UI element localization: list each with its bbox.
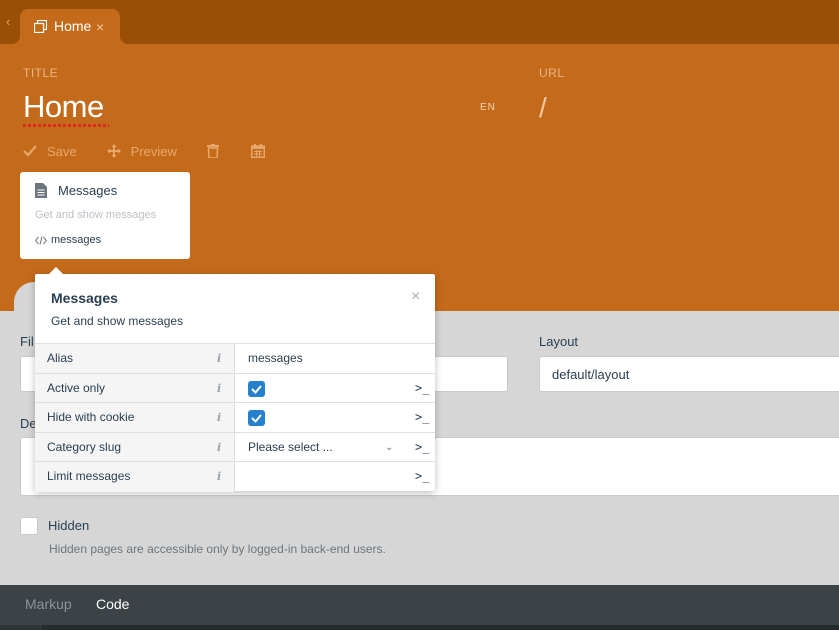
check-icon: [23, 145, 37, 157]
popover-title: Messages: [51, 290, 118, 306]
check-icon: [251, 384, 262, 394]
code-editor[interactable]: [0, 625, 839, 630]
delete-button[interactable]: [206, 144, 229, 158]
tab-markup[interactable]: Markup: [25, 596, 72, 612]
tab-home[interactable]: Home ×: [12, 9, 128, 44]
url-label: URL: [539, 66, 565, 80]
hidden-help-text: Hidden pages are accessible only by logg…: [49, 542, 386, 556]
layout-select[interactable]: default/layout: [539, 356, 839, 392]
preview-label: Preview: [130, 143, 177, 159]
file-name-label: Fil: [20, 334, 34, 349]
component-inspector-popover: Messages Get and show messages × Alias i…: [35, 267, 435, 492]
property-table: Alias i messages Active only i >_ Hide w…: [35, 343, 435, 492]
copy-icon: [34, 20, 47, 33]
component-card[interactable]: Messages Get and show messages messages: [20, 172, 190, 259]
popover-description: Get and show messages: [51, 314, 184, 328]
title-label: TITLE: [23, 66, 59, 80]
info-icon[interactable]: i: [217, 344, 221, 373]
move-icon: [106, 144, 121, 158]
tab-code[interactable]: Code: [96, 596, 129, 612]
terminal-icon[interactable]: >_: [415, 403, 429, 432]
editor-gutter: [0, 625, 42, 630]
property-name: Limit messages: [35, 462, 235, 492]
property-name: Alias: [35, 344, 235, 373]
chevron-down-icon[interactable]: ⌄: [385, 433, 393, 462]
property-name: Category slug: [35, 432, 235, 461]
property-name: Active only: [35, 373, 235, 402]
terminal-icon[interactable]: >_: [415, 433, 429, 462]
tab-label: Home: [54, 18, 92, 34]
component-alias: messages: [51, 234, 102, 246]
layout-label: Layout: [539, 334, 579, 349]
component-description: Get and show messages: [35, 209, 157, 221]
toolbar: Save Preview: [23, 142, 275, 160]
property-row-hide-with-cookie: Hide with cookie i >_: [35, 403, 435, 433]
tab-close-icon[interactable]: ×: [96, 19, 104, 35]
hide-with-cookie-checkbox[interactable]: [248, 410, 265, 426]
terminal-icon[interactable]: >_: [415, 462, 429, 491]
layout-value: default/layout: [552, 367, 630, 382]
schedule-button[interactable]: [250, 144, 275, 158]
check-icon: [251, 414, 262, 423]
trash-icon: [206, 144, 219, 158]
url-input[interactable]: /: [539, 92, 547, 124]
property-name: Hide with cookie: [35, 403, 235, 432]
category-slug-select[interactable]: Please select ...: [248, 433, 333, 462]
title-input[interactable]: Home: [23, 89, 104, 125]
hidden-label: Hidden: [48, 518, 90, 533]
close-icon[interactable]: ×: [411, 288, 420, 306]
info-icon[interactable]: i: [217, 462, 221, 491]
info-icon[interactable]: i: [217, 374, 221, 403]
component-title: Messages: [58, 183, 118, 198]
document-icon: [35, 183, 47, 198]
info-icon[interactable]: i: [217, 433, 221, 462]
hidden-checkbox[interactable]: [20, 517, 38, 535]
property-row-alias: Alias i messages: [35, 344, 435, 374]
save-label: Save: [47, 143, 77, 159]
terminal-icon[interactable]: >_: [415, 374, 429, 403]
spellcheck-underline: [23, 124, 109, 127]
tab-bar: ‹ Home ×: [0, 0, 839, 44]
property-row-category-slug: Category slug i Please select ... ⌄ >_: [35, 432, 435, 462]
save-button[interactable]: Save: [23, 144, 77, 159]
property-row-limit-messages: Limit messages i >_: [35, 462, 435, 492]
calendar-icon: [250, 144, 265, 158]
info-icon[interactable]: i: [217, 403, 221, 432]
property-row-active-only: Active only i >_: [35, 373, 435, 403]
alias-input[interactable]: messages: [248, 344, 303, 373]
code-icon: [35, 236, 47, 245]
active-only-checkbox[interactable]: [248, 380, 265, 397]
language-switch[interactable]: EN: [480, 102, 496, 113]
tab-scroll-left-icon[interactable]: ‹: [6, 14, 16, 29]
preview-button[interactable]: Preview: [106, 143, 177, 159]
code-tab-bar: Markup Code: [0, 585, 839, 625]
